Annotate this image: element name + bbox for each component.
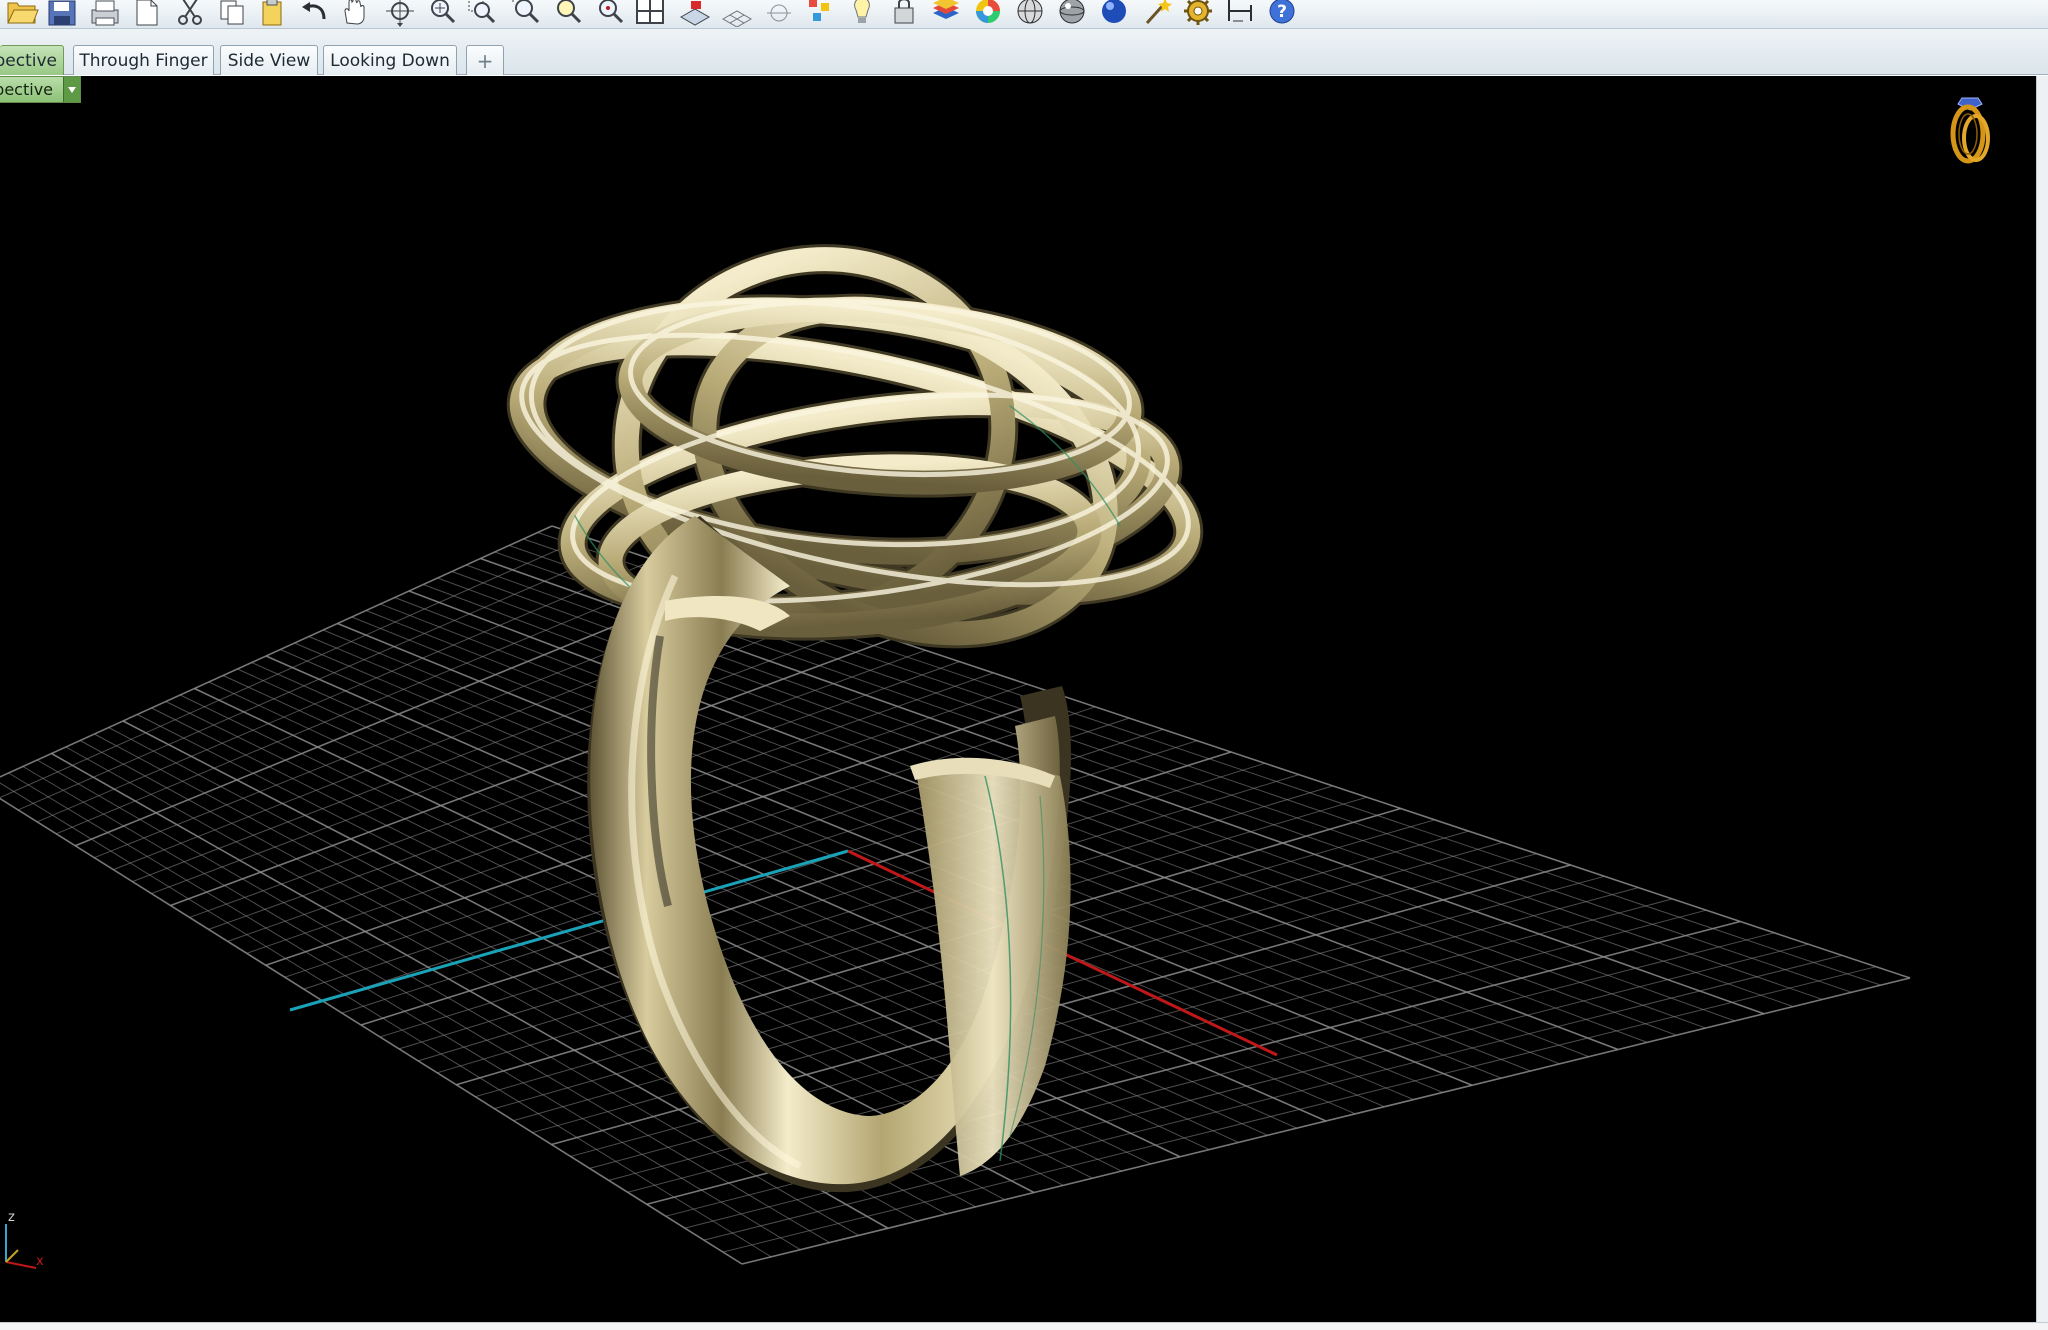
grid-snap-button[interactable] [717, 0, 755, 27]
axis-tripod: z x [0, 1210, 60, 1270]
tab-side-view[interactable]: Side View [220, 45, 318, 75]
undo-button[interactable] [295, 0, 333, 27]
status-strip [0, 1322, 2048, 1330]
light-bulb-button[interactable] [843, 0, 881, 27]
wireframe-sphere-icon [1017, 0, 1043, 24]
viewport-layout-icon [636, 0, 664, 24]
grid-line [722, 966, 1877, 1253]
shaded-sphere-button[interactable] [1053, 0, 1091, 27]
options-gear-icon [1184, 0, 1212, 25]
save-button[interactable] [43, 0, 81, 27]
chevron-down-icon [68, 86, 76, 93]
magic-wand-icon [1145, 0, 1172, 25]
open-icon [7, 2, 39, 24]
viewport-scene [0, 244, 1911, 1265]
color-wheel-button[interactable] [969, 0, 1007, 27]
cplane-icon [679, 1, 711, 26]
new-page-icon [136, 0, 158, 26]
perspective-viewport[interactable]: pective z x [0, 76, 2036, 1322]
object-snap-icon [767, 4, 791, 22]
pan-hand-button[interactable] [335, 0, 373, 27]
svg-text:?: ? [1277, 2, 1287, 22]
save-icon [48, 0, 76, 26]
zoom-selected-button[interactable] [549, 0, 587, 27]
add-tab-button[interactable]: + [466, 45, 504, 75]
viewport-tab-strip: pective Through Finger Side View Looking… [0, 29, 2048, 75]
viewport-title[interactable]: pective [0, 76, 81, 103]
light-bulb-icon [854, 0, 870, 23]
object-snap-button[interactable] [759, 0, 797, 27]
viewport-title-label: pective [0, 80, 53, 99]
help-button[interactable]: ? [1263, 0, 1301, 27]
dimension-icon [1228, 0, 1252, 22]
x-axis-label: x [36, 1254, 44, 1269]
vertical-scrollbar[interactable] [2036, 76, 2048, 1322]
print-icon [91, 0, 119, 26]
help-icon: ? [1269, 0, 1295, 24]
z-axis-label: z [8, 1210, 15, 1225]
magic-wand-button[interactable] [1139, 0, 1177, 27]
grid-line [703, 954, 1843, 1241]
layers-button[interactable] [927, 0, 965, 27]
zoom-dynamic-button[interactable] [423, 0, 461, 27]
cut-icon [178, 0, 202, 25]
zoom-target-icon [599, 0, 624, 24]
new-page-button[interactable] [127, 0, 165, 27]
cut-button[interactable] [171, 0, 209, 27]
tab-looking-down[interactable]: Looking Down [323, 45, 457, 75]
lock-icon [894, 0, 914, 24]
ring-knot-head [506, 244, 1204, 649]
color-wheel-icon [976, 0, 1000, 23]
tab-perspective[interactable]: pective [0, 45, 64, 75]
undo-icon [302, 2, 326, 20]
copy-button[interactable] [213, 0, 251, 27]
options-gear-button[interactable] [1179, 0, 1217, 27]
zoom-extents-button[interactable] [507, 0, 545, 27]
open-button[interactable] [3, 0, 41, 27]
print-button[interactable] [85, 0, 123, 27]
paste-icon [262, 0, 282, 26]
wireframe-sphere-button[interactable] [1011, 0, 1049, 27]
rotate-view-icon [386, 0, 414, 27]
zoom-extents-icon [512, 0, 540, 24]
lock-button[interactable] [885, 0, 923, 27]
viewport-menu-dropdown[interactable] [63, 77, 80, 102]
rendered-sphere-icon [1102, 0, 1126, 23]
select-points-button[interactable] [801, 0, 839, 27]
main-toolbar: ? [0, 0, 2048, 29]
zoom-target-button[interactable] [591, 0, 629, 27]
tab-through-finger[interactable]: Through Finger [73, 45, 214, 75]
zoom-selected-icon [557, 0, 582, 24]
copy-icon [220, 0, 244, 25]
pan-hand-icon [344, 0, 365, 25]
shaded-sphere-icon [1059, 0, 1085, 24]
ring-logo-icon [1950, 97, 1990, 164]
grid-line [0, 525, 553, 778]
dimension-button[interactable] [1221, 0, 1259, 27]
paste-button[interactable] [253, 0, 291, 27]
rotate-view-button[interactable] [381, 0, 419, 27]
rendered-sphere-button[interactable] [1095, 0, 1133, 27]
zoom-window-icon [468, 0, 496, 24]
zoom-dynamic-icon [431, 0, 456, 24]
zoom-window-button[interactable] [463, 0, 501, 27]
y-axis-line [289, 849, 849, 1012]
layers-icon [933, 0, 959, 19]
cplane-button[interactable] [675, 0, 713, 27]
select-points-icon [809, 0, 829, 21]
grid-snap-icon [721, 10, 753, 27]
viewport-layout-button[interactable] [631, 0, 669, 27]
